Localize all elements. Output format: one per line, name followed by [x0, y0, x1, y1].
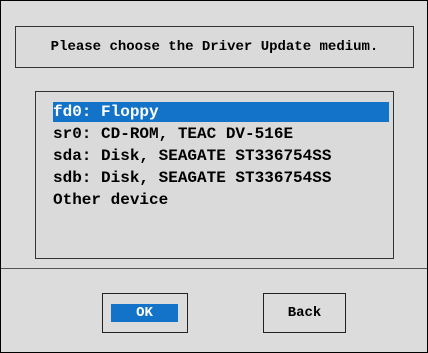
list-item-sr0[interactable]: sr0: CD-ROM, TEAC DV-516E: [53, 124, 293, 144]
list-item-other-device[interactable]: Other device: [53, 190, 168, 210]
back-button-label: Back: [287, 305, 322, 321]
ok-button[interactable]: OK: [102, 293, 188, 333]
device-list[interactable]: fd0: Floppy sr0: CD-ROM, TEAC DV-516E sd…: [35, 91, 394, 259]
list-item-fd0[interactable]: fd0: Floppy: [53, 102, 389, 122]
list-item-sda[interactable]: sda: Disk, SEAGATE ST336754SS: [53, 146, 331, 166]
list-item-sdb[interactable]: sdb: Disk, SEAGATE ST336754SS: [53, 168, 331, 188]
dialog-title: Please choose the Driver Update medium.: [15, 26, 414, 68]
back-button[interactable]: Back: [263, 293, 346, 333]
button-divider: [1, 268, 427, 269]
driver-update-dialog: Please choose the Driver Update medium. …: [0, 0, 428, 353]
ok-button-label: OK: [111, 304, 178, 322]
